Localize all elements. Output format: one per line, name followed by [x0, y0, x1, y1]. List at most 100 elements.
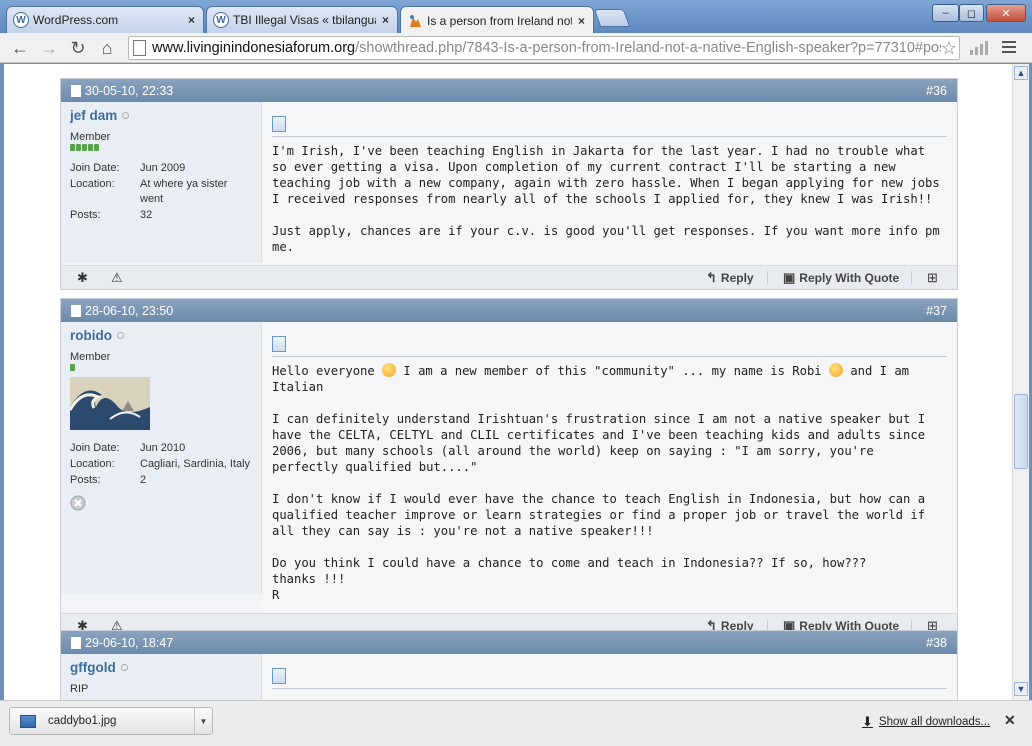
show-all-downloads-link[interactable]: ⬇ Show all downloads...	[862, 714, 990, 730]
user-rank: RIP	[70, 683, 89, 695]
reputation-bar	[70, 364, 252, 371]
message-line: I'm Irish, I've been teaching English in…	[272, 144, 948, 206]
message-line: I am a new member of this "community" ..…	[396, 364, 829, 378]
offline-status-icon	[120, 664, 128, 671]
close-icon[interactable]: ×	[188, 13, 195, 27]
back-arrow-icon[interactable]: ←	[9, 37, 31, 59]
post-date: 29-06-10, 18:47	[85, 635, 174, 650]
close-icon[interactable]: ×	[382, 13, 389, 27]
post-message: I'm Irish, I've been teaching English in…	[262, 102, 957, 265]
site-favicon-icon	[410, 14, 421, 27]
offline-status-icon	[122, 112, 130, 119]
message-line: Do you think I could have a chance to co…	[272, 556, 867, 570]
new-tab-button[interactable]	[593, 9, 631, 27]
post-icon	[272, 336, 286, 352]
location: Cagliari, Sardinia, Italy	[140, 458, 251, 470]
url-host: www.livinginindonesiaforum.org	[152, 40, 356, 56]
smiley-icon	[382, 363, 397, 377]
scroll-up-arrow-icon[interactable]: ▲	[1014, 66, 1028, 80]
skype-status-icon[interactable]	[70, 495, 86, 511]
post-37: 28-06-10, 23:50 #37 robido Member Join D…	[60, 298, 958, 638]
wordpress-icon: W	[13, 12, 29, 28]
post-header: 30-05-10, 22:33 #36	[61, 79, 957, 102]
location: At where ya sister went	[140, 178, 228, 205]
username-link[interactable]: gffgold	[70, 660, 116, 675]
chevron-down-icon[interactable]: ▼	[194, 708, 212, 734]
quote-bubble-icon: ▣	[783, 270, 796, 285]
username-link[interactable]: jef dam	[70, 108, 117, 123]
reply-with-quote-label: Reply With Quote	[799, 271, 900, 285]
message-line: I don't know if I would ever have the ch…	[272, 492, 933, 538]
username-link[interactable]: robido	[70, 328, 112, 343]
post-date: 28-06-10, 23:50	[85, 303, 174, 318]
field-label: Posts:	[70, 209, 101, 221]
post-header: 29-06-10, 18:47 #38	[61, 631, 957, 654]
address-bar[interactable]: www.livinginindonesiaforum.org/showthrea…	[128, 36, 960, 60]
post-message: Hello everyone I am a new member of this…	[262, 322, 957, 613]
show-all-downloads-label: Show all downloads...	[878, 716, 991, 728]
report-warning-icon[interactable]: ⚠	[111, 270, 123, 286]
download-bar: caddybo1.jpg ▼ ⬇ Show all downloads... ✕	[0, 700, 1032, 746]
offline-status-icon	[117, 332, 124, 339]
reply-button[interactable]: ↰ Reply	[706, 270, 754, 286]
post-date-icon	[71, 636, 81, 649]
image-file-icon	[20, 714, 36, 728]
post-icon	[272, 668, 286, 684]
scrollbar-thumb[interactable]	[1014, 394, 1028, 469]
tab-tbi-illegal-visas[interactable]: W TBI Illegal Visas « tbilanguage ×	[206, 6, 398, 33]
multi-quote-icon[interactable]: ⊞	[927, 270, 938, 286]
post-date: 30-05-10, 22:33	[85, 83, 174, 98]
user-info: jef dam Member Join Date: Jun 2009 Locati…	[61, 102, 262, 263]
tab-title: WordPress.com	[33, 13, 119, 27]
reputation-star-icon[interactable]: ✱	[77, 270, 88, 286]
close-download-bar-icon[interactable]: ✕	[1004, 712, 1016, 729]
url-path: /showthread.php/7843-Is-a-person-from-Ir…	[355, 40, 941, 56]
post-number[interactable]: #37	[926, 304, 947, 318]
tab-title: Is a person from Ireland not	[427, 13, 572, 28]
post-message	[262, 654, 957, 700]
field-label: Join Date:	[70, 442, 120, 454]
download-filename: caddybo1.jpg	[48, 715, 117, 727]
post-date-icon	[71, 84, 81, 97]
post-count: 2	[140, 474, 147, 486]
signal-bars-icon[interactable]	[970, 41, 988, 55]
reply-with-quote-button[interactable]: ▣ Reply With Quote	[783, 270, 899, 286]
reload-icon[interactable]: ↻	[67, 37, 89, 59]
url-text[interactable]: www.livinginindonesiaforum.org/showthrea…	[152, 40, 941, 56]
tab-title: TBI Illegal Visas « tbilanguage	[233, 13, 376, 27]
message-line: I can definitely understand Irishtuan's …	[272, 412, 933, 474]
wordpress-icon: W	[213, 12, 229, 28]
post-number[interactable]: #38	[926, 636, 947, 650]
post-icon	[272, 116, 286, 132]
bookmark-star-icon[interactable]: ☆	[941, 38, 957, 59]
join-date: Jun 2010	[140, 442, 186, 454]
message-line: R	[272, 588, 280, 602]
tab-active-thread[interactable]: Is a person from Ireland not ×	[400, 6, 594, 34]
vertical-scrollbar[interactable]: ▲ ▼	[1012, 64, 1029, 700]
home-icon[interactable]: ⌂	[96, 37, 118, 59]
close-icon[interactable]: ×	[578, 14, 585, 28]
post-footer: ✱ ⚠ ↰ Reply ▣ Reply With Quote ⊞	[61, 265, 957, 289]
user-info: robido Member Join Date: Jun 2010 Locatio…	[61, 322, 262, 594]
post-header: 28-06-10, 23:50 #37	[61, 299, 957, 322]
window-close-button[interactable]: ✕	[986, 4, 1026, 22]
user-avatar[interactable]	[68, 377, 150, 430]
maximize-button[interactable]: ◻	[959, 4, 984, 22]
smiley-icon	[828, 363, 843, 377]
scroll-down-arrow-icon[interactable]: ▼	[1014, 682, 1028, 696]
tab-wordpress[interactable]: W WordPress.com ×	[6, 6, 204, 33]
forward-arrow-icon[interactable]: →	[38, 37, 60, 59]
post-38: 29-06-10, 18:47 #38 gffgold RIP	[60, 630, 958, 700]
join-date: Jun 2009	[140, 162, 186, 174]
post-36: 30-05-10, 22:33 #36 jef dam Member Join …	[60, 78, 958, 290]
reputation-bar	[70, 144, 252, 151]
minimize-button[interactable]: –	[932, 4, 959, 22]
user-rank: Member	[70, 131, 111, 143]
field-label: Join Date:	[70, 162, 120, 174]
menu-icon[interactable]	[1002, 41, 1016, 56]
post-number[interactable]: #36	[926, 84, 947, 98]
field-label: Posts:	[70, 474, 101, 486]
post-date-icon	[71, 304, 81, 317]
browser-toolbar: ← → ↻ ⌂ www.livinginindonesiaforum.org/s…	[0, 33, 1032, 63]
download-item[interactable]: caddybo1.jpg ▼	[9, 707, 213, 735]
